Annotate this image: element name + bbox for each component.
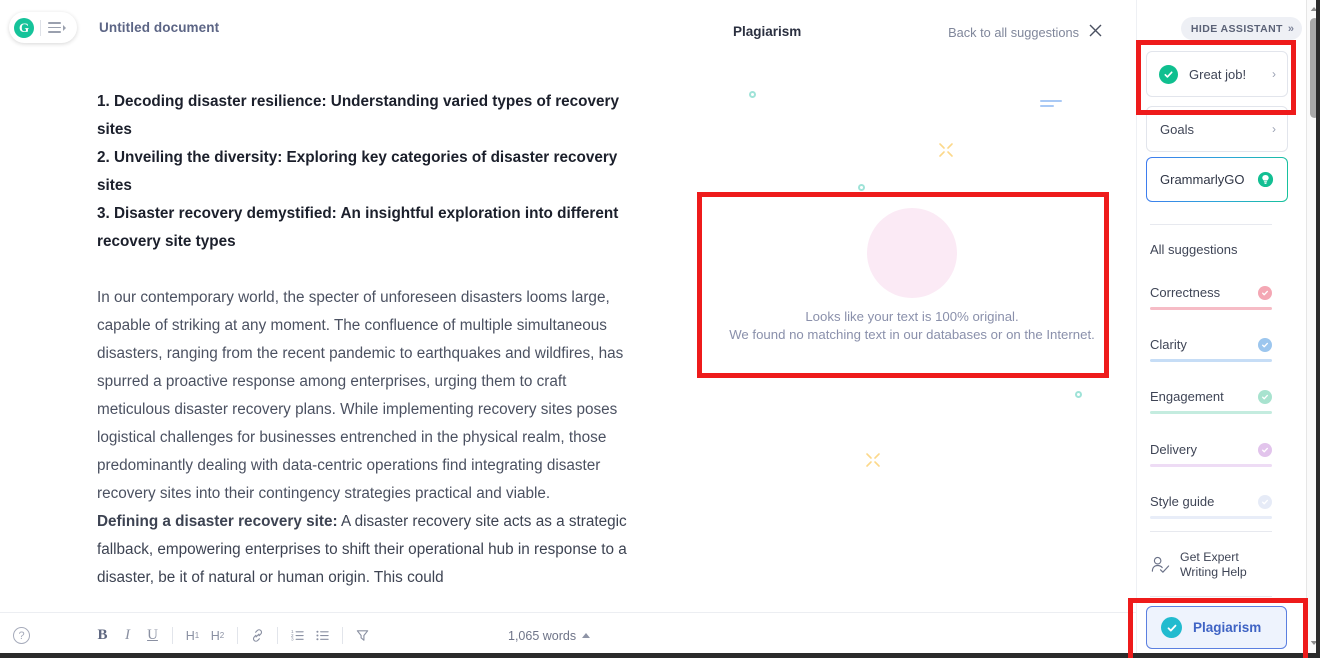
- plagiarism-message-primary: Looks like your text is 100% original.: [805, 309, 1019, 324]
- category-label: Style guide: [1150, 494, 1215, 509]
- plagiarism-result-card: Looks like your text is 100% original. W…: [706, 196, 1118, 374]
- lightbulb-halo: [867, 208, 957, 298]
- suggestion-category-clarity[interactable]: Clarity: [1150, 337, 1272, 362]
- hide-assistant-label: HIDE ASSISTANT: [1190, 22, 1283, 35]
- category-label: Correctness: [1150, 285, 1221, 300]
- goals-card-label: Goals: [1160, 121, 1194, 137]
- category-label: Engagement: [1150, 389, 1224, 404]
- suggestion-category-correctness[interactable]: Correctness: [1150, 285, 1272, 310]
- check-circle-icon: [1258, 494, 1272, 509]
- decor-sparkle-icon: [866, 453, 880, 467]
- caret-up-icon: [582, 633, 591, 638]
- heading-2-button[interactable]: H2: [205, 623, 230, 648]
- grammarly-logo-menu[interactable]: G: [9, 12, 77, 43]
- decor-sparkle-icon: [939, 143, 953, 157]
- expert-help-line2: Writing Help: [1180, 565, 1247, 579]
- score-card-great-job[interactable]: Great job! ›: [1146, 51, 1288, 97]
- numbered-list-button[interactable]: 123: [285, 623, 310, 648]
- chevron-right-icon: ›: [1272, 122, 1276, 136]
- category-progress-bar: [1150, 359, 1272, 362]
- category-label: Delivery: [1150, 442, 1197, 457]
- decor-ring-icon: [858, 184, 865, 191]
- page-title[interactable]: Untitled document: [99, 20, 219, 35]
- hide-assistant-button[interactable]: HIDE ASSISTANT »: [1180, 17, 1302, 40]
- chevron-right-icon: ›: [1272, 67, 1276, 81]
- document-heading-1: 1. Decoding disaster resilience: Underst…: [97, 93, 619, 138]
- back-to-all-suggestions-link[interactable]: Back to all suggestions: [948, 25, 1079, 40]
- divider: [172, 627, 173, 644]
- goals-card[interactable]: Goals ›: [1146, 106, 1288, 152]
- bullet-list-button[interactable]: [310, 623, 335, 648]
- check-circle-icon: [1258, 389, 1272, 404]
- paragraph-2-lead: Defining a disaster recovery site:: [97, 513, 338, 530]
- word-count-button[interactable]: 1,065 words: [508, 628, 591, 643]
- divider: [1150, 224, 1272, 225]
- formatting-buttons: B I U H1 H2 123: [90, 623, 375, 648]
- document-paragraph-2: Defining a disaster recovery site: A dis…: [97, 508, 627, 592]
- decor-ring-icon: [1075, 391, 1082, 398]
- grammarly-go-label: GrammarlyGO: [1160, 172, 1245, 187]
- expert-help-line1: Get Expert: [1180, 550, 1239, 564]
- decor-dash-icon: [1040, 100, 1062, 107]
- score-card-label: Great job!: [1189, 66, 1247, 82]
- person-check-icon: [1151, 556, 1170, 573]
- hamburger-menu-icon[interactable]: [48, 22, 61, 33]
- window-edge: [1316, 0, 1320, 658]
- caret-right-icon: [63, 24, 66, 31]
- window-bottom-edge: [0, 653, 1320, 658]
- category-label: Clarity: [1150, 337, 1187, 352]
- suggestion-category-style-guide[interactable]: Style guide: [1150, 494, 1272, 519]
- svg-text:3: 3: [291, 637, 294, 642]
- check-circle-icon: [1258, 285, 1272, 300]
- underline-button[interactable]: U: [140, 623, 165, 648]
- close-icon[interactable]: [1088, 23, 1103, 38]
- link-button[interactable]: [245, 623, 270, 648]
- document-heading-2: 2. Unveiling the diversity: Exploring ke…: [97, 149, 618, 194]
- check-circle-icon: [1161, 617, 1182, 638]
- all-suggestions-label[interactable]: All suggestions: [1150, 242, 1237, 257]
- word-count-label: 1,065 words: [508, 628, 577, 643]
- lightbulb-icon: [1257, 171, 1274, 188]
- chevron-double-right-icon: »: [1287, 22, 1294, 35]
- check-circle-icon: [1159, 64, 1178, 84]
- suggestion-category-delivery[interactable]: Delivery: [1150, 442, 1272, 467]
- divider: [1150, 596, 1272, 597]
- get-expert-writing-help-button[interactable]: Get Expert Writing Help: [1150, 550, 1280, 580]
- heading-1-button[interactable]: H1: [180, 623, 205, 648]
- divider: [40, 19, 41, 36]
- divider: [1150, 531, 1272, 532]
- document-paragraph-1: In our contemporary world, the specter o…: [97, 289, 624, 502]
- plagiarism-button-label: Plagiarism: [1193, 620, 1262, 635]
- content-fade-overlay: [0, 586, 700, 612]
- plagiarism-panel-title: Plagiarism: [733, 24, 802, 39]
- divider: [277, 627, 278, 644]
- suggestion-category-engagement[interactable]: Engagement: [1150, 389, 1272, 414]
- grammarly-go-button[interactable]: GrammarlyGO: [1146, 157, 1288, 202]
- bold-button[interactable]: B: [90, 623, 115, 648]
- category-progress-bar: [1150, 464, 1272, 467]
- assistant-sidebar: HIDE ASSISTANT » Great job! › Goals › Gr…: [1136, 0, 1306, 658]
- italic-button[interactable]: I: [115, 623, 140, 648]
- category-progress-bar: [1150, 411, 1272, 414]
- document-content[interactable]: 1. Decoding disaster resilience: Underst…: [97, 88, 627, 592]
- decor-ring-icon: [749, 91, 756, 98]
- category-progress-bar: [1150, 516, 1272, 519]
- divider: [237, 627, 238, 644]
- grammarly-logo: G: [14, 17, 34, 38]
- clear-formatting-button[interactable]: [350, 623, 375, 648]
- expert-help-label: Get Expert Writing Help: [1180, 550, 1247, 580]
- check-circle-icon: [1258, 337, 1272, 352]
- plagiarism-message-secondary: We found no matching text in our databas…: [729, 327, 1095, 342]
- check-circle-icon: [1258, 442, 1272, 457]
- document-editor-pane: G Untitled document 1. Decoding disaster…: [0, 0, 700, 658]
- document-heading-3: 3. Disaster recovery demystified: An ins…: [97, 205, 619, 250]
- help-circle-icon[interactable]: ?: [13, 627, 30, 644]
- plagiarism-panel: Plagiarism Back to all suggestions Looks…: [700, 0, 1136, 612]
- lightbulb-illustration: [867, 208, 957, 298]
- app-window: G Untitled document 1. Decoding disaster…: [0, 0, 1320, 658]
- plagiarism-sidebar-button[interactable]: Plagiarism: [1146, 606, 1287, 649]
- category-progress-bar: [1150, 307, 1272, 310]
- divider: [342, 627, 343, 644]
- formatting-toolbar: ? B I U H1 H2 123 1,065 words: [0, 612, 1136, 658]
